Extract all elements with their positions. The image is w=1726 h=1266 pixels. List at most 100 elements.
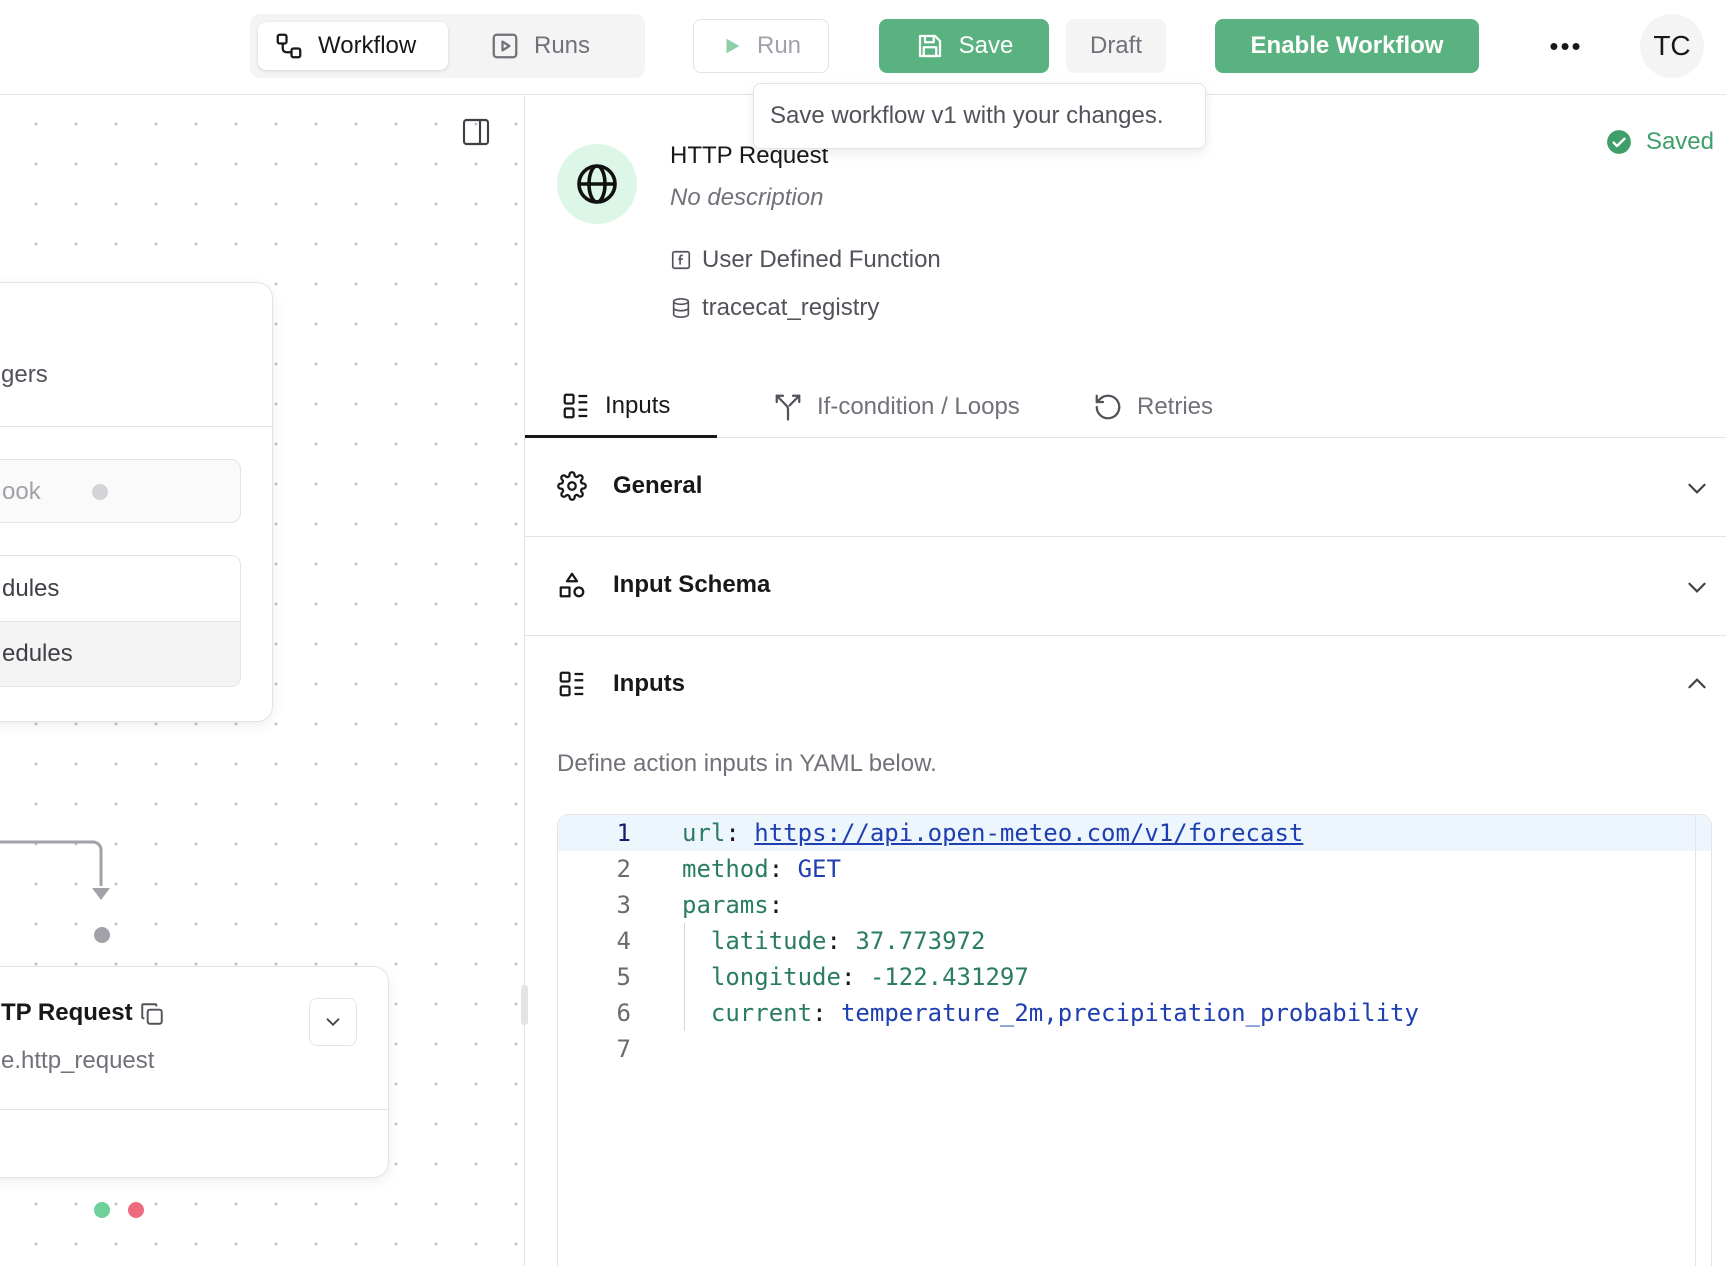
tab-workflow[interactable]: Workflow — [258, 22, 448, 70]
section-general[interactable]: General — [525, 439, 1726, 537]
line-number: 7 — [616, 1035, 631, 1063]
inputs-help-text: Define action inputs in YAML below. — [557, 750, 937, 777]
panel-toggle-icon[interactable] — [460, 116, 492, 148]
gear-icon — [557, 471, 587, 501]
enable-workflow-label: Enable Workflow — [1250, 32, 1444, 59]
yaml-key: method — [682, 855, 769, 883]
line-number: 1 — [616, 819, 631, 847]
shapes-icon — [559, 572, 585, 598]
action-registry-label: tracecat_registry — [702, 294, 880, 321]
schedules-list: dules edules — [0, 555, 241, 687]
code-line[interactable]: 1 url: https://api.open-meteo.com/v1/for… — [558, 815, 1711, 851]
run-button-label: Run — [756, 32, 802, 59]
view-switcher: Workflow Runs — [250, 14, 645, 78]
chevron-up-icon[interactable] — [1684, 671, 1710, 697]
tab-inputs[interactable]: Inputs — [525, 376, 717, 438]
schedules-row[interactable]: edules — [0, 621, 240, 686]
list-icon — [559, 671, 584, 697]
node-divider — [0, 426, 272, 427]
section-input-schema[interactable]: Input Schema — [525, 538, 1726, 636]
globe-icon — [577, 164, 617, 204]
draft-button[interactable]: Draft — [1066, 19, 1166, 73]
play-icon — [726, 38, 740, 54]
code-line[interactable]: 2 method: GET — [558, 851, 1711, 887]
copy-icon[interactable] — [139, 1001, 165, 1027]
avatar-initials: TC — [1653, 30, 1691, 61]
action-panel: HTTP Request No description User Defined… — [525, 96, 1726, 1266]
webhook-label: ook — [2, 478, 41, 505]
save-button[interactable]: Save — [879, 19, 1049, 73]
more-options-label: ••• — [1549, 30, 1583, 61]
saved-status: Saved — [1606, 128, 1714, 156]
save-button-label: Save — [958, 32, 1014, 59]
run-button[interactable]: Run — [693, 19, 829, 73]
floppy-disk-icon — [918, 34, 941, 58]
save-tooltip: Save workflow v1 with your changes. — [753, 83, 1206, 149]
node-divider — [0, 1109, 388, 1110]
action-registry: tracecat_registry — [670, 294, 879, 322]
code-line[interactable]: 6 current: temperature_2m,precipitation_… — [558, 995, 1711, 1031]
schedules-row-label: dules — [2, 574, 60, 602]
line-number: 6 — [616, 999, 631, 1027]
success-handle[interactable] — [94, 1202, 110, 1218]
list-icon — [563, 393, 588, 418]
schedules-row[interactable]: dules — [0, 556, 240, 621]
workflow-icon — [276, 33, 302, 59]
more-options-icon[interactable]: ••• — [1546, 26, 1586, 66]
yaml-value: 37.773972 — [855, 927, 986, 955]
tab-retries-label: Retries — [1137, 393, 1214, 420]
line-number: 4 — [616, 927, 631, 955]
workflow-canvas[interactable]: gers ook dules edules TP Request e.http_… — [0, 96, 524, 1266]
yaml-key: latitude — [710, 927, 827, 955]
trigger-node[interactable]: gers ook dules edules — [0, 282, 273, 722]
tab-inputs-label: Inputs — [605, 391, 671, 419]
rotate-icon — [1095, 394, 1121, 420]
code-line[interactable]: 3 params: — [558, 887, 1711, 923]
code-line[interactable]: 7 — [558, 1031, 1711, 1067]
line-number: 5 — [616, 963, 631, 991]
indent-guide — [684, 923, 685, 1031]
database-icon — [672, 298, 690, 318]
code-line[interactable]: 4 latitude: 37.773972 — [558, 923, 1711, 959]
action-node-http-request[interactable]: TP Request e.http_request — [0, 966, 389, 1178]
function-icon — [671, 250, 691, 270]
trigger-node-label: gers — [1, 361, 48, 388]
tab-workflow-label: Workflow — [318, 32, 417, 59]
check-circle-icon — [1607, 130, 1631, 154]
target-handle[interactable] — [94, 927, 110, 943]
yaml-value: -122.431297 — [869, 963, 1029, 991]
play-square-icon — [492, 33, 518, 59]
section-inputs-header[interactable]: Inputs — [557, 669, 685, 699]
section-general-label: General — [613, 472, 703, 499]
section-inputs-label: Inputs — [613, 670, 685, 697]
split-icon — [775, 394, 801, 421]
saved-status-label: Saved — [1645, 128, 1714, 155]
avatar[interactable]: TC — [1640, 14, 1704, 78]
yaml-editor[interactable]: 1 url: https://api.open-meteo.com/v1/for… — [557, 814, 1712, 1266]
error-handle[interactable] — [128, 1202, 144, 1218]
action-icon — [557, 144, 637, 224]
tab-runs[interactable]: Runs — [474, 22, 634, 70]
webhook-row[interactable]: ook — [0, 459, 241, 523]
draft-button-label: Draft — [1089, 32, 1142, 59]
yaml-value: GET — [797, 855, 841, 883]
tab-retries[interactable]: Retries — [1055, 376, 1251, 438]
yaml-key: params — [682, 891, 769, 919]
tab-if-condition-loops[interactable]: If-condition / Loops — [735, 376, 1058, 438]
action-type-label: User Defined Function — [702, 246, 941, 273]
action-type: User Defined Function — [670, 246, 941, 274]
editor-scrollbar[interactable] — [1695, 815, 1711, 1266]
chevron-down-icon — [326, 1018, 340, 1027]
line-number: 3 — [616, 891, 631, 919]
panel-tabs: Inputs If-condition / Loops Retries — [525, 376, 1726, 438]
top-bar: Workflow Runs Run Save Draft Enable Work… — [0, 0, 1726, 95]
action-node-title: TP Request — [1, 999, 133, 1026]
line-number: 2 — [616, 855, 631, 883]
action-node-subtitle: e.http_request — [1, 1047, 155, 1074]
section-input-schema-label: Input Schema — [613, 571, 771, 598]
expand-node-button[interactable] — [309, 998, 357, 1046]
url-link[interactable]: https://api.open-meteo.com/v1/forecast — [754, 819, 1303, 847]
enable-workflow-button[interactable]: Enable Workflow — [1215, 19, 1479, 73]
yaml-key: url — [682, 819, 726, 847]
code-line[interactable]: 5 longitude: -122.431297 — [558, 959, 1711, 995]
